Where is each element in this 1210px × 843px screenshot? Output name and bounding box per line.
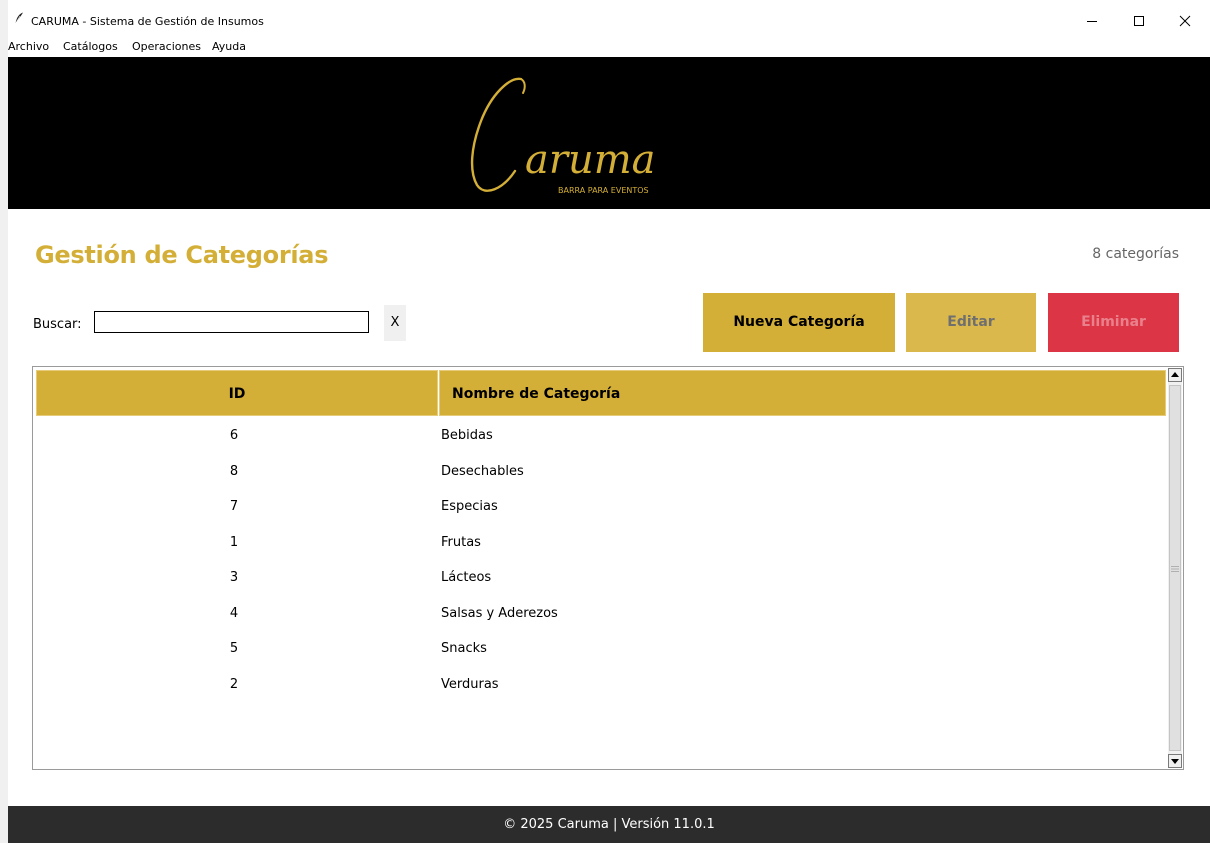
- cell-id: 7: [229, 499, 239, 514]
- minimize-icon: [1087, 21, 1097, 22]
- table-row[interactable]: 7 Especias: [33, 490, 1167, 526]
- menu-catalogos[interactable]: Catálogos: [63, 40, 118, 53]
- cell-id: 5: [229, 641, 239, 656]
- menu-operaciones[interactable]: Operaciones: [132, 40, 201, 53]
- table-row[interactable]: 2 Verduras: [33, 668, 1167, 704]
- maximize-button[interactable]: [1118, 6, 1164, 34]
- cell-id: 6: [229, 428, 239, 443]
- table-row[interactable]: 6 Bebidas: [33, 419, 1167, 455]
- close-icon: [1179, 15, 1191, 27]
- search-label: Buscar:: [33, 317, 82, 332]
- cell-id: 3: [229, 570, 239, 585]
- menu-ayuda[interactable]: Ayuda: [212, 40, 246, 53]
- feather-icon: [15, 12, 23, 24]
- table-row[interactable]: 5 Snacks: [33, 632, 1167, 668]
- search-input[interactable]: [94, 311, 369, 333]
- table-row[interactable]: 8 Desechables: [33, 455, 1167, 491]
- page-title: Gestión de Categorías: [35, 241, 329, 269]
- new-category-button[interactable]: Nueva Categoría: [703, 293, 895, 352]
- categories-table: ID Nombre de Categoría 6 Bebidas 8 Desec…: [32, 366, 1184, 770]
- cell-name: Salsas y Aderezos: [441, 605, 558, 621]
- logo-tagline: BARRA PARA EVENTOS: [558, 186, 649, 195]
- scroll-thumb[interactable]: [1169, 385, 1181, 751]
- column-header-name[interactable]: Nombre de Categoría: [439, 370, 1166, 416]
- cell-name: Lácteos: [441, 570, 492, 585]
- cell-id: 8: [229, 463, 239, 479]
- category-count: 8 categorías: [1092, 246, 1179, 262]
- menu-bar: Archivo Catálogos Operaciones Ayuda: [8, 37, 1210, 57]
- vertical-scrollbar[interactable]: [1168, 368, 1182, 768]
- window-title: CARUMA - Sistema de Gestión de Insumos: [31, 15, 264, 28]
- cell-name: Snacks: [441, 641, 487, 656]
- brand-banner: aruma BARRA PARA EVENTOS: [8, 57, 1210, 209]
- column-header-id[interactable]: ID: [36, 370, 438, 416]
- scroll-down-button[interactable]: [1168, 754, 1182, 768]
- table-header: ID Nombre de Categoría: [34, 368, 1166, 416]
- grip-icon: [1171, 566, 1179, 572]
- cell-name: Verduras: [441, 676, 499, 692]
- cell-id: 2: [229, 676, 239, 692]
- delete-button[interactable]: Eliminar: [1048, 293, 1179, 352]
- logo-wordmark: aruma: [525, 137, 656, 183]
- close-button[interactable]: [1164, 6, 1210, 34]
- footer-text: © 2025 Caruma | Versión 11.0.1: [503, 817, 715, 832]
- menu-archivo[interactable]: Archivo: [8, 40, 49, 53]
- caruma-logo: aruma BARRA PARA EVENTOS: [470, 77, 656, 195]
- edit-button[interactable]: Editar: [906, 293, 1036, 352]
- cell-id: 1: [229, 534, 239, 550]
- cell-name: Bebidas: [441, 428, 493, 443]
- clear-search-button[interactable]: X: [384, 305, 406, 341]
- cell-name: Desechables: [441, 463, 524, 479]
- title-bar: CARUMA - Sistema de Gestión de Insumos: [8, 0, 1210, 37]
- cell-name: Especias: [441, 499, 498, 514]
- app-window: CARUMA - Sistema de Gestión de Insumos A…: [8, 0, 1210, 843]
- cell-id: 4: [229, 605, 239, 621]
- table-row[interactable]: 4 Salsas y Aderezos: [33, 597, 1167, 633]
- table-row[interactable]: 3 Lácteos: [33, 561, 1167, 597]
- minimize-button[interactable]: [1071, 6, 1117, 34]
- scroll-up-button[interactable]: [1168, 368, 1182, 382]
- arrow-up-icon: [1171, 372, 1179, 377]
- maximize-icon: [1134, 16, 1144, 26]
- cell-name: Frutas: [441, 534, 481, 550]
- footer: © 2025 Caruma | Versión 11.0.1: [8, 806, 1210, 843]
- table-row[interactable]: 1 Frutas: [33, 526, 1167, 562]
- arrow-down-icon: [1171, 759, 1179, 764]
